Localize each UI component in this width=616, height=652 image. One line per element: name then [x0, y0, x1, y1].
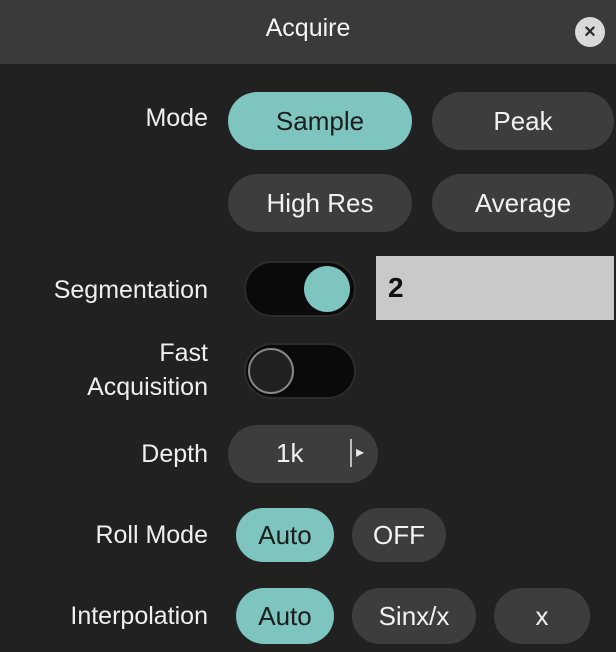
mode-high-res-button[interactable]: High Res: [228, 174, 412, 232]
depth-divider: [350, 439, 352, 467]
interpolation-sinx-button[interactable]: Sinx/x: [352, 588, 476, 644]
fast-acquisition-label-line2: Acquisition: [87, 373, 208, 401]
segmentation-label: Segmentation: [53, 276, 208, 304]
mode-peak-button[interactable]: Peak: [432, 92, 614, 150]
interpolation-x-button[interactable]: x: [494, 588, 590, 644]
segmentation-toggle[interactable]: [244, 261, 356, 317]
roll-mode-auto-button[interactable]: Auto: [236, 508, 334, 562]
fast-acquisition-toggle[interactable]: [244, 343, 356, 399]
depth-label: Depth: [141, 440, 208, 468]
segmentation-count-input[interactable]: 2: [376, 256, 614, 320]
depth-value: 1k: [276, 438, 304, 468]
close-icon[interactable]: ×: [575, 17, 605, 47]
mode-label: Mode: [145, 104, 208, 132]
acquire-dialog: Acquire × Mode Sample Peak High Res Aver…: [0, 0, 616, 652]
interpolation-auto-button[interactable]: Auto: [236, 588, 334, 644]
fast-acquisition-label-line1: Fast: [159, 339, 208, 367]
toggle-knob: [304, 266, 350, 312]
depth-selector[interactable]: 1k ▸: [228, 425, 378, 483]
title-bar: Acquire ×: [0, 0, 616, 64]
interpolation-label: Interpolation: [70, 602, 208, 630]
roll-mode-label: Roll Mode: [95, 521, 208, 549]
mode-average-button[interactable]: Average: [432, 174, 614, 232]
roll-mode-off-button[interactable]: OFF: [352, 508, 446, 562]
mode-sample-button[interactable]: Sample: [228, 92, 412, 150]
toggle-knob: [248, 348, 294, 394]
triangle-right-icon[interactable]: ▸: [356, 437, 364, 469]
dialog-title: Acquire: [265, 14, 351, 42]
